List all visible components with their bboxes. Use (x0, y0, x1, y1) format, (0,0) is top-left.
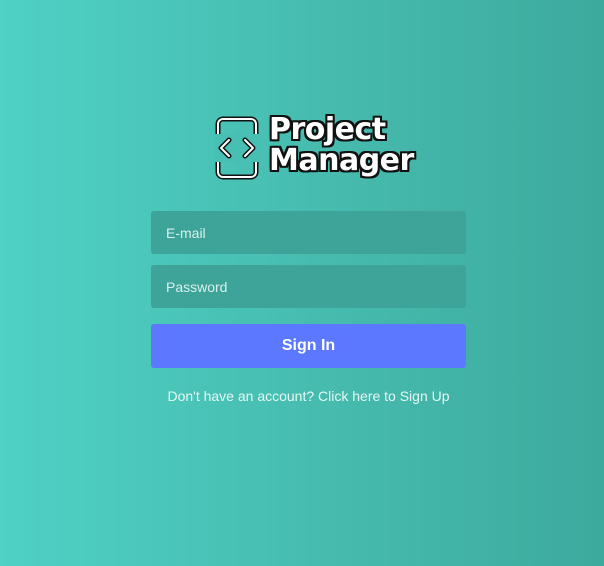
logo-line-1: Project (269, 112, 386, 147)
code-device-icon (215, 116, 261, 180)
logo-wordmark: Project Manager (269, 114, 414, 176)
password-field[interactable] (151, 265, 466, 308)
logo-line-2: Manager (269, 143, 414, 178)
sign-up-link[interactable]: Don't have an account? Click here to Sig… (151, 388, 466, 404)
app-logo: Project Manager (215, 114, 420, 186)
email-field[interactable] (151, 211, 466, 254)
sign-in-button[interactable]: Sign In (151, 324, 466, 368)
